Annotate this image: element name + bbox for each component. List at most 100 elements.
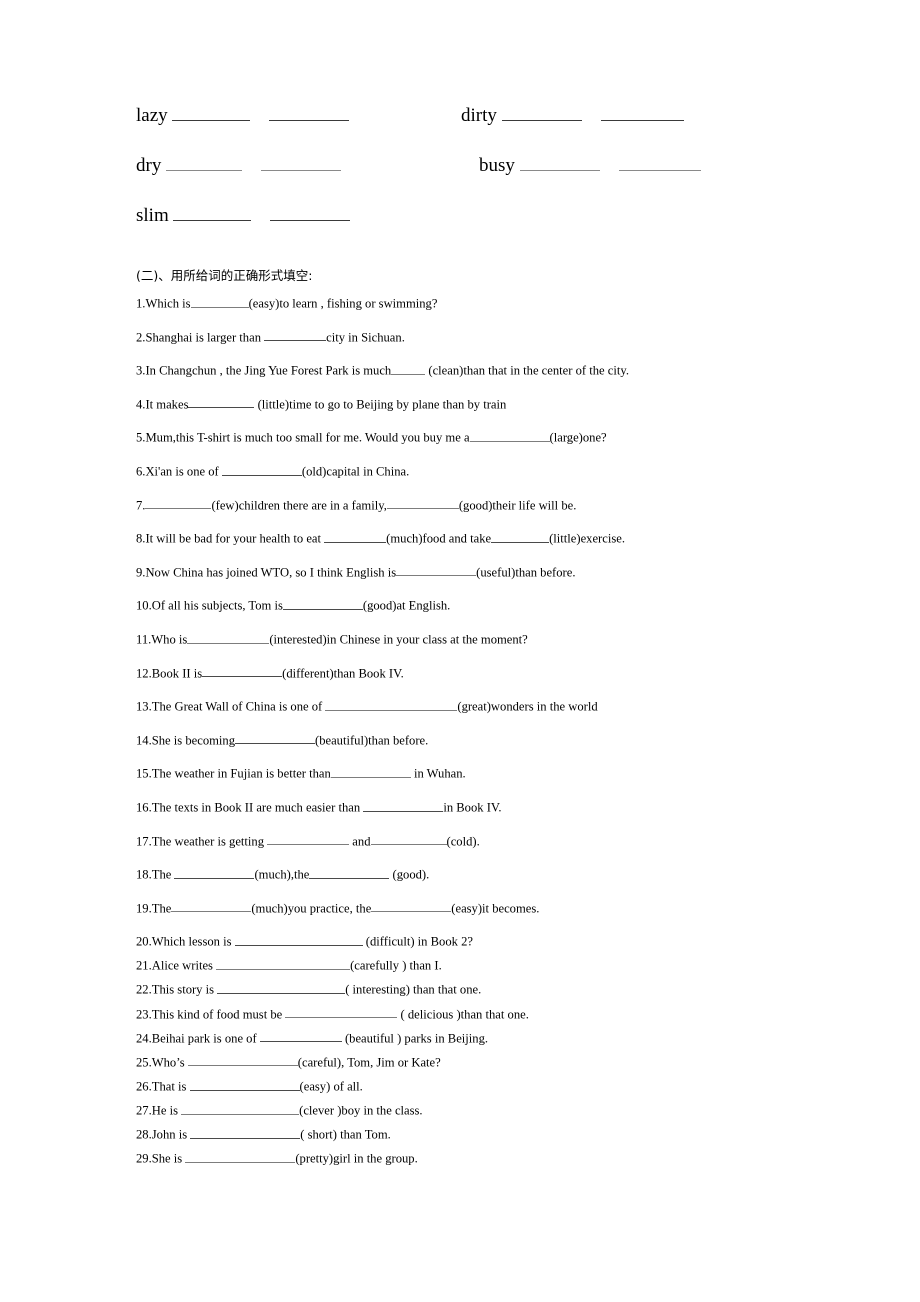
- question-text: (good)their life will be.: [458, 498, 577, 513]
- answer-blank[interactable]: [330, 766, 411, 779]
- answer-blank[interactable]: [363, 800, 444, 812]
- question-number: 19.: [136, 901, 152, 916]
- question-item: 23.This kind of food must be ( delicious…: [136, 1007, 836, 1031]
- answer-blank[interactable]: [469, 430, 550, 443]
- question-item: 20.Which lesson is (difficult) in Book 2…: [136, 934, 836, 958]
- answer-blank[interactable]: [370, 834, 447, 846]
- word-list-blank[interactable]: [270, 204, 351, 221]
- answer-blank[interactable]: [309, 867, 390, 879]
- question-text: (useful)than before.: [476, 565, 576, 580]
- answer-blank[interactable]: [190, 296, 249, 308]
- word-list-word: slim: [136, 204, 169, 226]
- question-text: city in Sichuan.: [326, 330, 405, 345]
- question-number: 28.: [136, 1127, 152, 1142]
- answer-blank[interactable]: [187, 1055, 298, 1067]
- word-list-entry: busy: [461, 154, 701, 175]
- answer-blank[interactable]: [282, 598, 363, 611]
- answer-blank[interactable]: [221, 464, 302, 476]
- word-list-blank[interactable]: [269, 104, 350, 121]
- answer-blank[interactable]: [185, 1151, 296, 1163]
- answer-blank[interactable]: [189, 1079, 300, 1091]
- answer-blank[interactable]: [234, 934, 363, 946]
- question-text: (few)children there are in a family,: [211, 498, 387, 513]
- answer-blank[interactable]: [174, 867, 255, 879]
- answer-blank[interactable]: [188, 397, 255, 409]
- question-text: (different)than Book IV.: [282, 666, 404, 681]
- answer-blank[interactable]: [190, 1127, 301, 1139]
- answer-blank[interactable]: [181, 1103, 300, 1115]
- question-text: It will be bad for your health to eat: [145, 531, 325, 546]
- question-item: 18.The (much),the (good).: [136, 867, 836, 901]
- question-text: in Book IV.: [443, 800, 502, 815]
- question-text: (good)at English.: [362, 599, 451, 614]
- answer-blank[interactable]: [391, 363, 426, 375]
- question-text: (easy) of all.: [299, 1079, 363, 1094]
- question-item: 10.Of all his subjects, Tom is (good)at E…: [136, 598, 836, 632]
- answer-blank[interactable]: [264, 330, 327, 342]
- answer-blank[interactable]: [325, 699, 458, 711]
- word-list-blank[interactable]: [501, 104, 582, 121]
- question-text: This story is: [151, 983, 218, 998]
- answer-blank[interactable]: [491, 531, 550, 543]
- question-text: (much)food and take: [386, 531, 492, 546]
- word-list-blank[interactable]: [600, 104, 684, 121]
- word-list-blank[interactable]: [519, 154, 600, 171]
- question-item: 4.It makes (little)time to go to Beijing…: [136, 397, 836, 431]
- word-list-blank[interactable]: [261, 154, 342, 171]
- question-item: 17.The weather is getting and (cold).: [136, 834, 836, 868]
- question-text: Of all his subjects, Tom is: [151, 599, 283, 614]
- answer-blank[interactable]: [145, 498, 212, 510]
- question-text: (easy)it becomes.: [451, 901, 540, 916]
- question-text: The Great Wall of China is one of: [151, 699, 326, 714]
- question-number: 13.: [136, 699, 152, 714]
- question-item: 1.Which is (easy)to learn , fishing or sw…: [136, 296, 836, 330]
- question-text: (much),the: [254, 867, 310, 882]
- question-item: 6.Xi'an is one of (old)capital in China.: [136, 464, 836, 498]
- answer-blank[interactable]: [171, 901, 252, 913]
- question-text: Which is: [145, 296, 191, 311]
- question-number: 16.: [136, 800, 152, 815]
- word-list-blank[interactable]: [618, 154, 701, 171]
- question-text: She is becoming: [151, 733, 235, 748]
- question-text: Which lesson is: [151, 934, 235, 949]
- word-list-blank[interactable]: [166, 154, 243, 171]
- word-list-word: busy: [479, 154, 515, 176]
- question-item: 28.John is ( short) than Tom.: [136, 1127, 836, 1151]
- word-list-blank[interactable]: [172, 104, 251, 121]
- question-item: 11.Who is (interested)in Chinese in your …: [136, 632, 836, 666]
- answer-blank[interactable]: [371, 901, 452, 913]
- question-number: 12.: [136, 666, 152, 681]
- question-text: This kind of food must be: [151, 1007, 286, 1022]
- question-text: (difficult) in Book 2?: [362, 934, 473, 949]
- answer-blank[interactable]: [187, 632, 270, 644]
- answer-blank[interactable]: [267, 834, 350, 846]
- answer-blank[interactable]: [396, 565, 477, 577]
- answer-blank[interactable]: [217, 982, 346, 995]
- question-list: 1.Which is (easy)to learn , fishing or sw…: [136, 296, 836, 1175]
- question-text: (beautiful)than before.: [315, 733, 429, 748]
- question-item: 24.Beihai park is one of (beautiful ) pa…: [136, 1031, 836, 1055]
- answer-blank[interactable]: [386, 498, 459, 510]
- question-number: 26.: [136, 1079, 152, 1094]
- question-text: (easy)to learn , fishing or swimming?: [248, 296, 438, 311]
- question-number: 27.: [136, 1103, 152, 1118]
- question-text: Beihai park is one of: [151, 1031, 260, 1046]
- question-item: 8.It will be bad for your health to eat …: [136, 531, 836, 565]
- question-text: He is: [151, 1103, 182, 1118]
- answer-blank[interactable]: [202, 666, 283, 678]
- word-list-blank[interactable]: [173, 204, 252, 221]
- answer-blank[interactable]: [285, 1007, 398, 1019]
- question-item: 21.Alice writes (carefully ) than I.: [136, 958, 836, 982]
- answer-blank[interactable]: [324, 531, 387, 543]
- question-item: 22.This story is ( interesting) than tha…: [136, 982, 836, 1006]
- answer-blank[interactable]: [259, 1031, 342, 1043]
- question-text: The: [151, 901, 172, 916]
- question-item: 14.She is becoming (beautiful)than before…: [136, 733, 836, 767]
- question-text: (careful), Tom, Jim or Kate?: [297, 1055, 441, 1070]
- answer-blank[interactable]: [235, 733, 315, 745]
- word-list-entry: dry: [136, 154, 342, 175]
- question-number: 18.: [136, 867, 152, 882]
- question-text: Xi'an is one of: [145, 464, 222, 479]
- answer-blank[interactable]: [216, 958, 351, 971]
- question-text: Book II is: [151, 666, 203, 681]
